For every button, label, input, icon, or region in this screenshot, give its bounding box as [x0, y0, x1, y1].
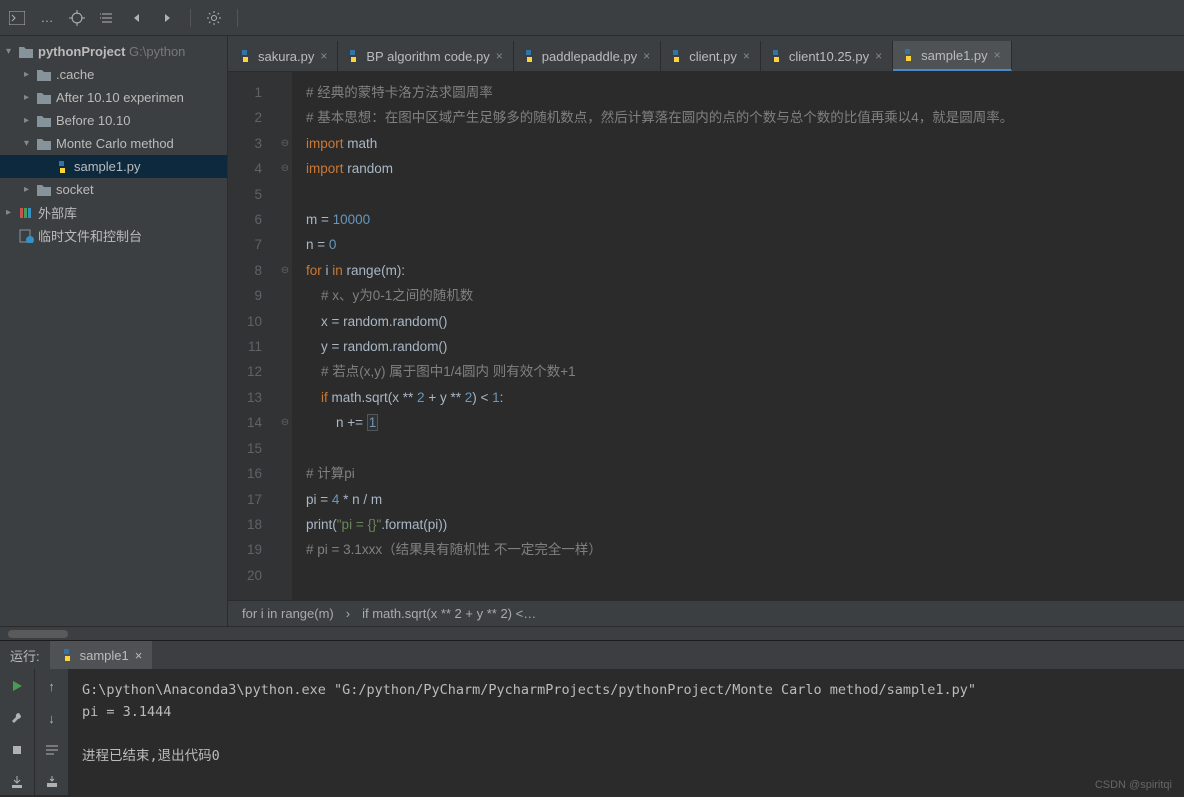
editor-tabs: sakura.py×BP algorithm code.py×paddlepad…: [228, 36, 1184, 72]
tree-item-label: .cache: [56, 67, 94, 82]
tree-item-label: After 10.10 experimen: [56, 90, 184, 105]
toolbar-divider: [190, 9, 191, 27]
top-toolbar: …: [0, 0, 1184, 36]
project-path: G:\python: [129, 44, 185, 59]
folder-icon: [36, 137, 52, 151]
run-tab-label: sample1: [80, 648, 129, 663]
tree-item-label: Monte Carlo method: [56, 136, 174, 151]
chevron-right-icon: ▸: [6, 207, 18, 218]
wrench-icon[interactable]: [6, 707, 28, 729]
chevron-icon: ▾: [24, 138, 36, 149]
tab-label: sample1.py: [921, 48, 987, 63]
editor-tab[interactable]: paddlepaddle.py ×: [514, 41, 661, 71]
run-panel: 运行: sample1 × ↑ ↓ G:\python\Anaconda3\py…: [0, 640, 1184, 795]
toolbar-divider: [237, 9, 238, 27]
folder-icon: [36, 114, 52, 128]
tree-item[interactable]: ▸ After 10.10 experimen: [0, 86, 227, 109]
editor-tab[interactable]: sakura.py ×: [230, 41, 338, 71]
close-icon[interactable]: ×: [643, 49, 650, 63]
scratches[interactable]: 临时文件和控制台: [0, 224, 227, 247]
scratch-icon: [18, 229, 34, 243]
forward-icon[interactable]: [156, 7, 178, 29]
tree-item[interactable]: ▸ socket: [0, 178, 227, 201]
line-gutter: 1234567891011121314151617181920: [228, 72, 278, 600]
python-icon: [54, 160, 70, 174]
close-icon[interactable]: ×: [496, 49, 503, 63]
close-icon[interactable]: ×: [135, 648, 143, 663]
chevron-icon: ▸: [24, 92, 36, 103]
project-tree: ▾ pythonProject G:\python ▸ .cache ▸ After …: [0, 36, 228, 626]
gear-icon[interactable]: [203, 7, 225, 29]
chevron-icon: ▸: [24, 69, 36, 80]
down-icon[interactable]: ↓: [41, 707, 63, 729]
breadcrumb: for i in range(m) › if math.sqrt(x ** 2 …: [228, 600, 1184, 626]
breadcrumb-sep: ›: [346, 606, 350, 621]
tree-item[interactable]: ▸ Before 10.10: [0, 109, 227, 132]
close-icon[interactable]: ×: [320, 49, 327, 63]
run-tab[interactable]: sample1 ×: [50, 641, 153, 669]
libs-icon: [18, 206, 34, 220]
back-icon[interactable]: [126, 7, 148, 29]
project-root[interactable]: ▾ pythonProject G:\python: [0, 40, 227, 63]
tree-item-label: socket: [56, 182, 94, 197]
project-name: pythonProject: [38, 44, 125, 59]
terminal-icon[interactable]: [6, 7, 28, 29]
tree-item[interactable]: ▾ Monte Carlo method: [0, 132, 227, 155]
wrap-icon[interactable]: [41, 739, 63, 761]
breadcrumb-item[interactable]: if math.sqrt(x ** 2 + y ** 2) <…: [362, 606, 536, 621]
select-icon[interactable]: [96, 7, 118, 29]
scratches-label: 临时文件和控制台: [38, 226, 142, 245]
chevron-icon: ▸: [24, 115, 36, 126]
python-icon: [346, 49, 360, 63]
run-tools-left: [0, 669, 34, 795]
exit-icon[interactable]: [6, 771, 28, 793]
run-label: 运行:: [0, 646, 50, 665]
folder-icon: [36, 68, 52, 82]
tree-item-label: Before 10.10: [56, 113, 130, 128]
python-icon: [669, 49, 683, 63]
tab-label: sakura.py: [258, 49, 314, 64]
folder-icon: [36, 91, 52, 105]
editor-tab[interactable]: client10.25.py ×: [761, 41, 893, 71]
python-icon: [238, 49, 252, 63]
code-area[interactable]: # 经典的蒙特卡洛方法求圆周率# 基本思想：在图中区域产生足够多的随机数点，然后…: [292, 72, 1184, 600]
code-editor[interactable]: 1234567891011121314151617181920 ⊖⊖ ⊖ ⊖ #…: [228, 72, 1184, 600]
python-icon: [901, 48, 915, 62]
tab-label: client10.25.py: [789, 49, 869, 64]
tab-label: paddlepaddle.py: [542, 49, 637, 64]
target-icon[interactable]: [66, 7, 88, 29]
python-icon: [769, 49, 783, 63]
scroll-icon[interactable]: [41, 771, 63, 793]
console-output[interactable]: G:\python\Anaconda3\python.exe "G:/pytho…: [68, 669, 1184, 795]
python-icon: [522, 49, 536, 63]
editor-tab[interactable]: sample1.py ×: [893, 41, 1012, 71]
breadcrumb-item[interactable]: for i in range(m): [242, 606, 334, 621]
fold-column: ⊖⊖ ⊖ ⊖: [278, 72, 292, 600]
python-icon: [60, 648, 74, 662]
up-icon[interactable]: ↑: [41, 675, 63, 697]
run-icon[interactable]: [6, 675, 28, 697]
tree-item[interactable]: ▸ .cache: [0, 63, 227, 86]
chevron-down-icon: ▾: [6, 46, 18, 57]
chevron-icon: ▸: [24, 184, 36, 195]
tree-item-label: sample1.py: [74, 159, 140, 174]
close-icon[interactable]: ×: [743, 49, 750, 63]
folder-icon: [36, 183, 52, 197]
tab-label: client.py: [689, 49, 737, 64]
external-libs[interactable]: ▸ 外部库: [0, 201, 227, 224]
run-tools-right: ↑ ↓: [34, 669, 68, 795]
tree-item[interactable]: sample1.py: [0, 155, 227, 178]
stop-icon[interactable]: [6, 739, 28, 761]
folder-icon: [18, 45, 34, 59]
scrollbar[interactable]: [0, 626, 1184, 640]
external-libs-label: 外部库: [38, 203, 77, 222]
close-icon[interactable]: ×: [875, 49, 882, 63]
expand-icon[interactable]: …: [36, 7, 58, 29]
close-icon[interactable]: ×: [994, 48, 1001, 62]
editor-tab[interactable]: client.py ×: [661, 41, 761, 71]
watermark: CSDN @spiritqi: [1095, 779, 1172, 791]
tab-label: BP algorithm code.py: [366, 49, 489, 64]
editor-tab[interactable]: BP algorithm code.py ×: [338, 41, 513, 71]
